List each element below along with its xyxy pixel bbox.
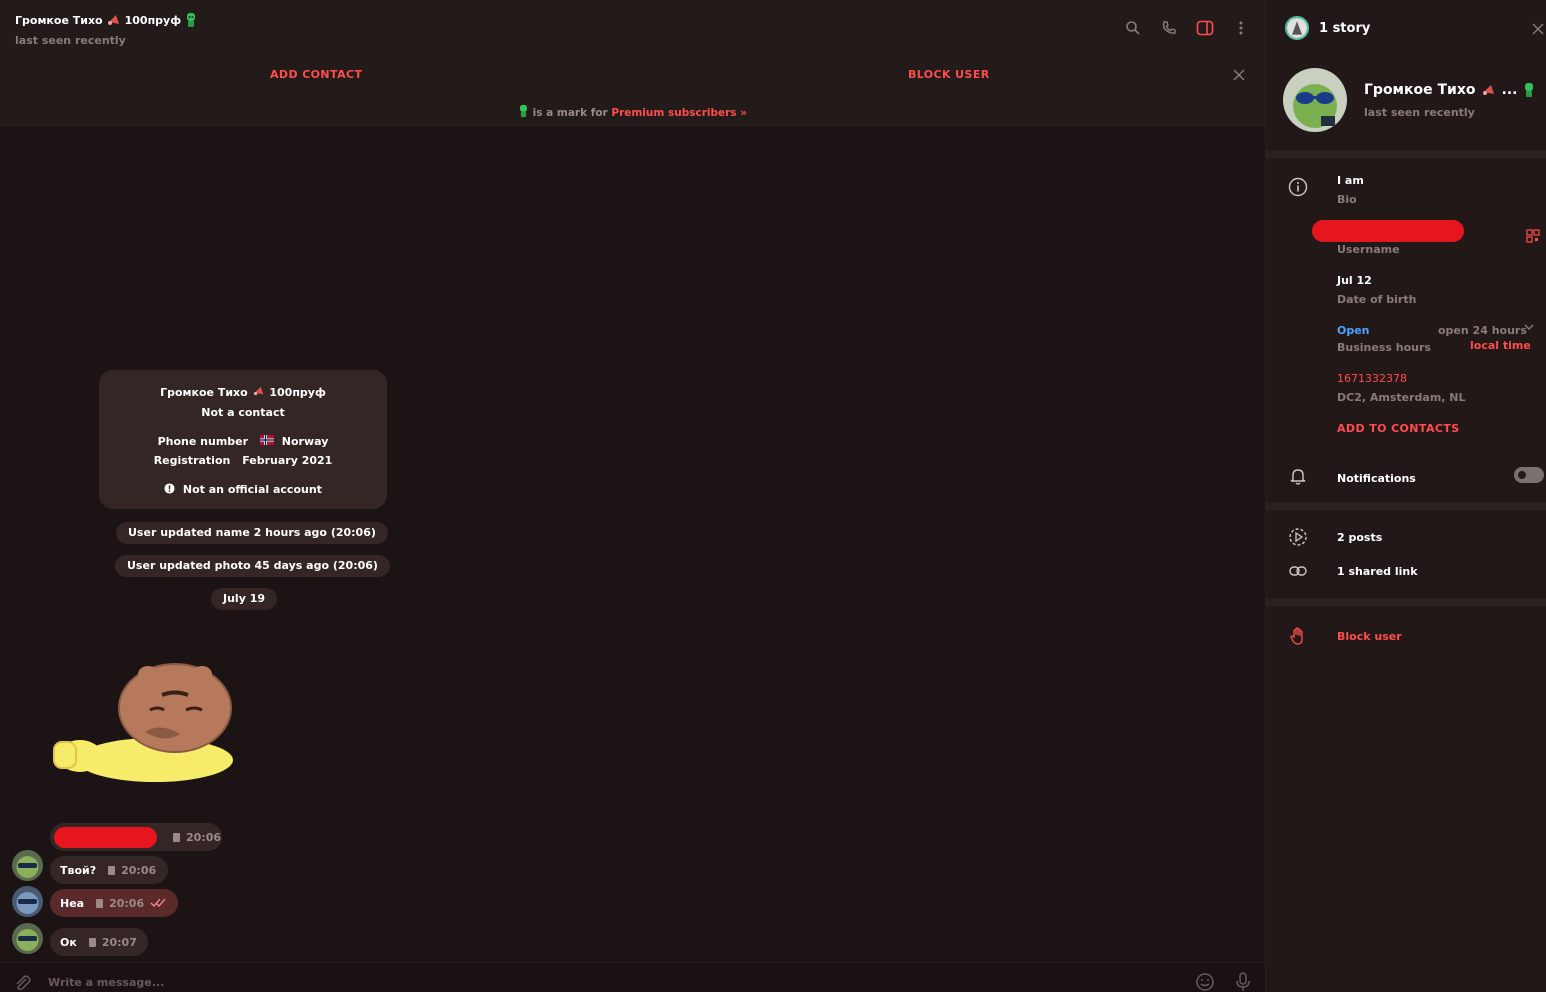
message-time: 20:06 bbox=[96, 897, 144, 910]
phone-value[interactable]: 1671332378 bbox=[1337, 372, 1407, 385]
redacted-text bbox=[54, 827, 157, 848]
notifications-toggle[interactable] bbox=[1514, 467, 1544, 483]
exclamation-circle-icon bbox=[164, 483, 175, 494]
block-user-button[interactable]: Block user bbox=[1337, 630, 1402, 643]
add-contact-button[interactable]: ADD CONTACT bbox=[270, 68, 362, 81]
card-status: Not a contact bbox=[201, 406, 285, 419]
attach-icon[interactable] bbox=[12, 973, 32, 992]
message-bubble[interactable]: Твой? 20:06 bbox=[50, 856, 168, 884]
posts-count[interactable]: 2 posts bbox=[1337, 531, 1382, 544]
divider bbox=[1266, 598, 1546, 606]
card-phone: Phone number Norway bbox=[157, 435, 329, 448]
close-icon[interactable] bbox=[1231, 67, 1247, 83]
chat-header[interactable]: Громкое Тихо 100пруф last seen recently bbox=[0, 0, 1265, 58]
message-text: Твой? bbox=[60, 863, 97, 877]
premium-emoji-icon bbox=[187, 13, 196, 27]
posts-icon bbox=[1289, 528, 1307, 546]
story-count[interactable]: 1 story bbox=[1319, 21, 1370, 36]
message-text: Ок bbox=[60, 935, 77, 949]
service-message: User updated name 2 hours ago (20:06) bbox=[116, 522, 388, 544]
trash-icon bbox=[173, 832, 180, 842]
contact-info-card: Громкое Тихо 100пруф Not a contact Phone… bbox=[99, 370, 387, 509]
card-name: Громкое Тихо 100пруф bbox=[160, 386, 326, 399]
info-icon bbox=[1288, 177, 1308, 197]
megaphone-emoji-icon bbox=[253, 386, 263, 396]
message-input[interactable]: Write a message... bbox=[48, 976, 164, 989]
megaphone-emoji-icon bbox=[1482, 85, 1494, 95]
message-time: 20:07 bbox=[88, 936, 137, 949]
profile-name: Громкое Тихо ... bbox=[1364, 82, 1535, 98]
header-actions bbox=[1123, 18, 1251, 38]
redacted-username[interactable] bbox=[1312, 220, 1464, 242]
local-time-link[interactable]: local time bbox=[1470, 339, 1531, 352]
profile-panel: 1 story Громкое Тихо ... last seen recen… bbox=[1265, 0, 1546, 992]
sidebar-toggle-icon[interactable] bbox=[1195, 18, 1215, 38]
premium-notice[interactable]: is a mark for Premium subscribers » bbox=[0, 104, 1265, 119]
premium-link[interactable]: Premium subscribers » bbox=[611, 107, 747, 119]
message-bubble-outgoing[interactable]: Неа 20:06 bbox=[50, 889, 178, 917]
birth-label: Date of birth bbox=[1337, 293, 1417, 306]
message-text: Неа bbox=[60, 896, 85, 910]
service-message: User updated photo 45 days ago (20:06) bbox=[115, 555, 390, 577]
bio-label: Bio bbox=[1337, 193, 1357, 206]
hours-status[interactable]: Open bbox=[1337, 324, 1370, 337]
link-icon bbox=[1289, 566, 1307, 576]
megaphone-emoji-icon bbox=[107, 15, 119, 25]
phone-icon[interactable] bbox=[1159, 18, 1179, 38]
divider bbox=[1266, 150, 1546, 158]
sender-avatar[interactable] bbox=[12, 886, 43, 917]
username-label: Username bbox=[1337, 243, 1400, 256]
close-icon[interactable] bbox=[1531, 22, 1545, 36]
double-check-icon bbox=[150, 898, 166, 907]
story-avatar[interactable] bbox=[1285, 16, 1309, 40]
date-separator: July 19 bbox=[211, 588, 278, 610]
trash-icon bbox=[96, 898, 104, 908]
qr-code-icon[interactable] bbox=[1526, 229, 1540, 243]
datacenter-value: DC2, Amsterdam, NL bbox=[1337, 391, 1466, 404]
message-composer: Write a message... bbox=[0, 962, 1265, 992]
chat-area: Громкое Тихо 100пруф last seen recently … bbox=[0, 0, 1265, 992]
profile-status: last seen recently bbox=[1364, 106, 1475, 119]
panel-header: 1 story bbox=[1266, 0, 1546, 58]
sticker-image[interactable] bbox=[50, 660, 240, 790]
hours-label: Business hours bbox=[1337, 341, 1431, 354]
divider bbox=[1266, 502, 1546, 510]
birth-value[interactable]: Jul 12 bbox=[1337, 274, 1372, 287]
chat-status: last seen recently bbox=[15, 34, 126, 47]
chevron-down-icon[interactable] bbox=[1524, 323, 1534, 331]
message-bubble[interactable]: 20:06 bbox=[50, 823, 222, 851]
chat-title: Громкое Тихо 100пруф bbox=[15, 12, 197, 28]
message-time: 20:06 bbox=[108, 864, 156, 877]
add-to-contacts-button[interactable]: ADD TO CONTACTS bbox=[1337, 422, 1460, 435]
message-time: 20:06 bbox=[173, 831, 221, 844]
norway-flag-icon bbox=[259, 435, 274, 445]
emoji-icon[interactable] bbox=[1195, 972, 1215, 992]
profile-avatar[interactable] bbox=[1283, 68, 1347, 132]
trash-icon bbox=[108, 865, 116, 875]
message-bubble[interactable]: Ок 20:07 bbox=[50, 928, 148, 956]
notifications-label: Notifications bbox=[1337, 472, 1416, 485]
bell-icon bbox=[1290, 469, 1306, 485]
microphone-icon[interactable] bbox=[1235, 971, 1251, 992]
hand-block-icon bbox=[1290, 627, 1303, 645]
premium-emoji-icon bbox=[1525, 83, 1534, 97]
hours-value[interactable]: open 24 hours bbox=[1438, 324, 1527, 337]
bio-value[interactable]: I am bbox=[1337, 174, 1364, 187]
more-vertical-icon[interactable] bbox=[1231, 18, 1251, 38]
shared-links-count[interactable]: 1 shared link bbox=[1337, 565, 1418, 578]
card-official: Not an official account bbox=[99, 483, 387, 496]
card-registration: Registration February 2021 bbox=[153, 454, 333, 467]
block-user-button[interactable]: BLOCK USER bbox=[908, 68, 990, 81]
premium-emoji-icon bbox=[520, 104, 527, 118]
search-icon[interactable] bbox=[1123, 18, 1143, 38]
sender-avatar[interactable] bbox=[12, 923, 43, 954]
trash-icon bbox=[88, 937, 96, 947]
contact-action-bar: ADD CONTACT BLOCK USER is a mark for Pre… bbox=[0, 58, 1265, 126]
sender-avatar[interactable] bbox=[12, 850, 43, 881]
